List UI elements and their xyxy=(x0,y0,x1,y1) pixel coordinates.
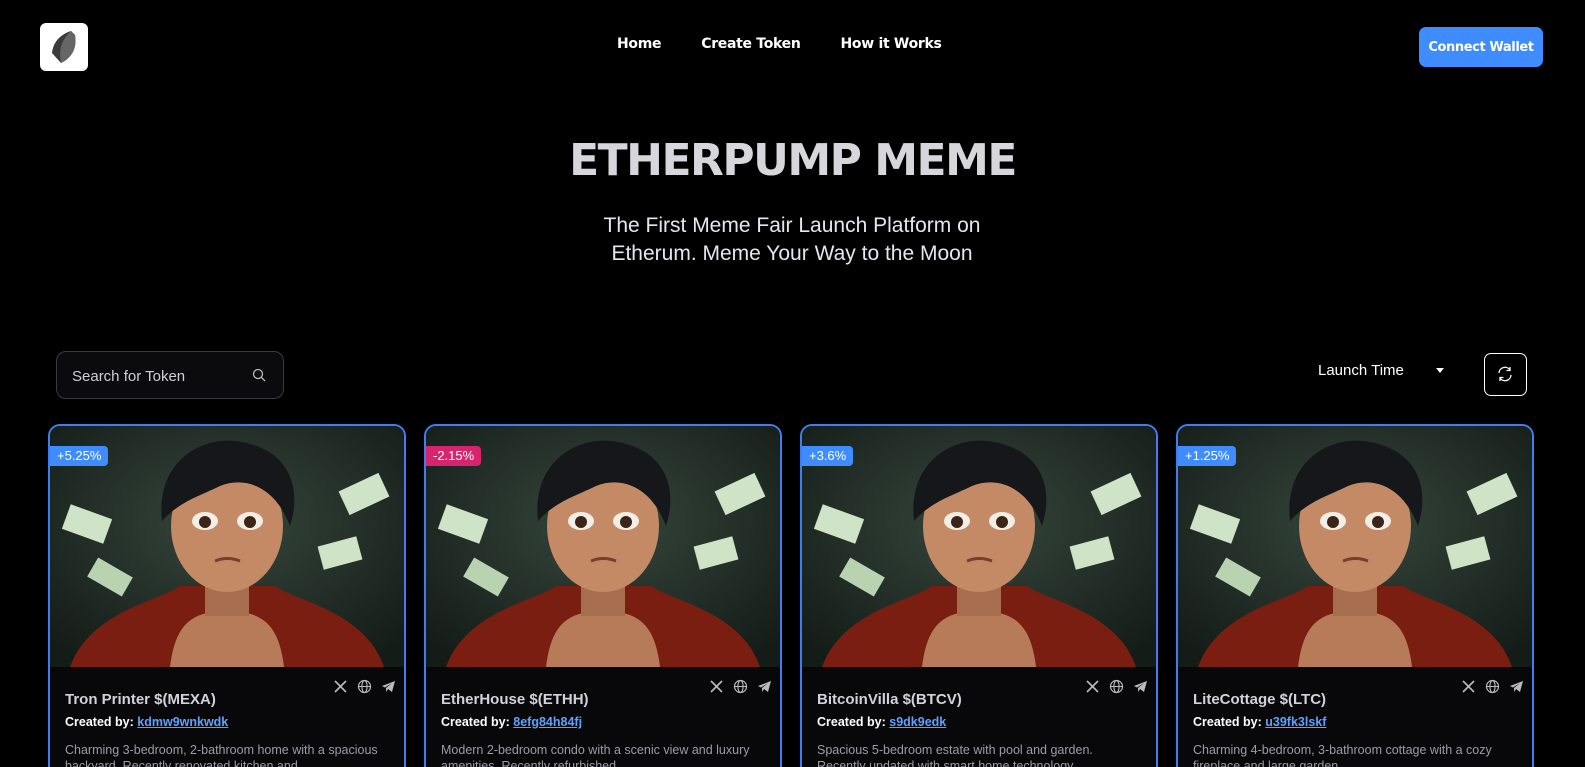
created-by-label: Created by: xyxy=(441,715,510,729)
x-icon[interactable] xyxy=(333,679,348,694)
token-description: Charming 3-bedroom, 2-bathroom home with… xyxy=(65,743,378,767)
price-change-badge: +1.25% xyxy=(1178,446,1237,466)
x-icon[interactable] xyxy=(1461,679,1476,694)
refresh-icon xyxy=(1498,366,1512,382)
hero-title: ETHERPUMP MEME xyxy=(569,135,1017,186)
refresh-button[interactable] xyxy=(1484,353,1527,396)
telegram-icon[interactable] xyxy=(1133,679,1148,694)
nav-how-it-works[interactable]: How it Works xyxy=(841,36,942,52)
token-creator: Created by: u39fk3lskf xyxy=(1193,715,1326,729)
globe-icon[interactable] xyxy=(733,679,748,694)
token-creator: Created by: kdmw9wnkwdk xyxy=(65,715,228,729)
creator-link[interactable]: u39fk3lskf xyxy=(1265,715,1326,729)
x-icon[interactable] xyxy=(1085,679,1100,694)
price-change-badge: -2.15% xyxy=(426,446,482,466)
social-links xyxy=(1085,679,1148,694)
token-description: Modern 2-bedroom condo with a scenic vie… xyxy=(441,743,750,767)
search-icon[interactable] xyxy=(252,368,266,382)
telegram-icon[interactable] xyxy=(381,679,396,694)
token-image xyxy=(802,426,1156,667)
globe-icon[interactable] xyxy=(357,679,372,694)
token-description: Spacious 5-bedroom estate with pool and … xyxy=(817,743,1093,767)
social-links xyxy=(709,679,772,694)
token-card[interactable]: +5.25% Tron Printer $(MEXA) Created by: … xyxy=(48,424,406,767)
token-description: Charming 4-bedroom, 3-bathroom cottage w… xyxy=(1193,743,1492,767)
telegram-icon[interactable] xyxy=(1509,679,1524,694)
token-card[interactable]: +1.25% LiteCottage $(LTC) Created by: u3… xyxy=(1176,424,1534,767)
creator-link[interactable]: 8efg84h84fj xyxy=(513,715,582,729)
creator-link[interactable]: kdmw9wnkwdk xyxy=(137,715,228,729)
search-box xyxy=(56,351,284,399)
token-name: LiteCottage $(LTC) xyxy=(1193,691,1327,708)
x-icon[interactable] xyxy=(709,679,724,694)
top-nav: Home Create Token How it Works Connect W… xyxy=(0,0,1585,92)
sort-label: Launch Time xyxy=(1318,362,1404,379)
nav-home[interactable]: Home xyxy=(617,36,662,52)
connect-wallet-button[interactable]: Connect Wallet xyxy=(1419,27,1543,67)
created-by-label: Created by: xyxy=(1193,715,1262,729)
site-logo[interactable] xyxy=(40,23,88,71)
token-name: EtherHouse $(ETHH) xyxy=(441,691,589,708)
token-name: Tron Printer $(MEXA) xyxy=(65,691,216,708)
token-card[interactable]: -2.15% EtherHouse $(ETHH) Created by: 8e… xyxy=(424,424,782,767)
token-creator: Created by: 8efg84h84fj xyxy=(441,715,582,729)
globe-icon[interactable] xyxy=(1485,679,1500,694)
price-change-badge: +3.6% xyxy=(802,446,854,466)
hero-subtitle: The First Meme Fair Launch Platform on E… xyxy=(603,214,981,265)
search-input[interactable] xyxy=(72,365,242,387)
social-links xyxy=(1461,679,1524,694)
sort-select[interactable]: Launch Time xyxy=(1318,362,1444,379)
leaf-logo-icon xyxy=(52,31,76,63)
social-links xyxy=(333,679,396,694)
telegram-icon[interactable] xyxy=(757,679,772,694)
token-name: BitcoinVilla $(BTCV) xyxy=(817,691,962,708)
nav-create-token[interactable]: Create Token xyxy=(701,36,801,52)
price-change-badge: +5.25% xyxy=(50,446,109,466)
created-by-label: Created by: xyxy=(65,715,134,729)
globe-icon[interactable] xyxy=(1109,679,1124,694)
caret-down-icon xyxy=(1435,368,1444,373)
creator-link[interactable]: s9dk9edk xyxy=(889,715,946,729)
token-creator: Created by: s9dk9edk xyxy=(817,715,946,729)
created-by-label: Created by: xyxy=(817,715,886,729)
token-card[interactable]: +3.6% BitcoinVilla $(BTCV) Created by: s… xyxy=(800,424,1158,767)
main-menu: Home Create Token How it Works xyxy=(617,36,942,52)
